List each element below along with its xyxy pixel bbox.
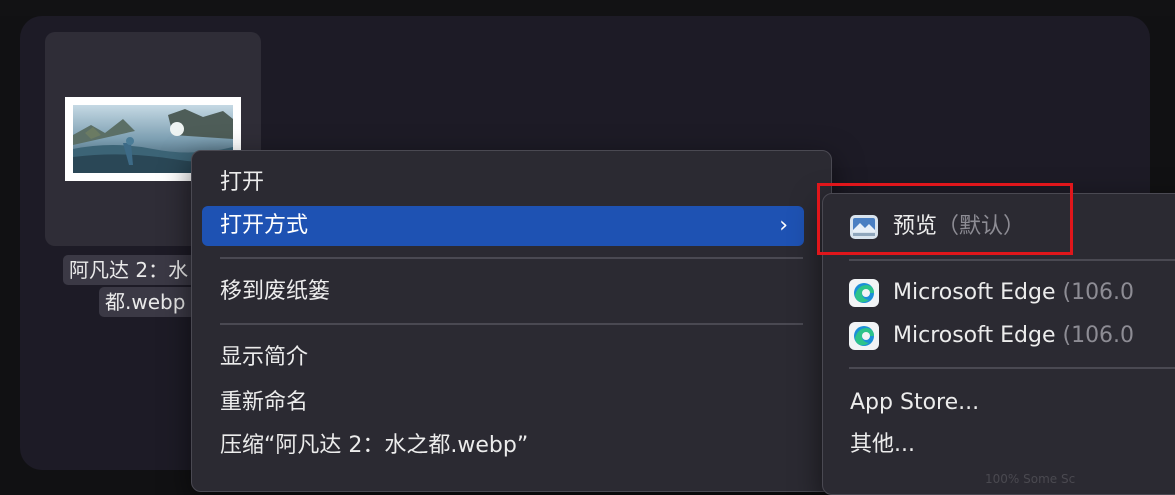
menu-item-rename[interactable]: 重新命名 [202,383,804,423]
menu-item-label: 显示简介 [220,345,309,370]
default-app-note: （默认） [937,214,1026,239]
menu-item-label: 重新命名 [220,390,309,415]
submenu-item-app-store[interactable]: App Store... [823,383,1175,423]
chevron-right-icon: › [779,213,788,238]
submenu-item-edge[interactable]: Microsoft Edge (106.0 [823,273,1175,313]
submenu-item-other[interactable]: 其他... [823,425,1175,465]
open-with-submenu: 预览（默认） Microsoft Edge (106.0 Microsoft E… [822,193,1175,495]
edge-icon [849,322,879,350]
menu-item-label: 移到废纸篓 [220,279,331,304]
submenu-item-preview[interactable]: 预览（默认） [823,207,1175,247]
submenu-item-label: App Store... [850,390,980,415]
menu-item-label: 压缩“阿凡达 2：水之都.webp” [220,433,529,458]
version-note: (106.0 [1062,280,1135,305]
menu-item-get-info[interactable]: 显示简介 [202,338,804,378]
submenu-item-label: Microsoft Edge [893,323,1056,348]
version-note: (106.0 [1062,323,1135,348]
menu-item-move-to-trash[interactable]: 移到废纸篓 [202,272,804,312]
context-menu: 打开 打开方式 › 移到废纸篓 显示简介 重新命名 压缩“阿凡达 2：水之都.w… [191,150,832,492]
submenu-item-label: Microsoft Edge [893,280,1056,305]
menu-item-open-with[interactable]: 打开方式 › [202,206,804,246]
menu-item-label: 打开 [220,170,265,195]
menu-item-label: 打开方式 [220,213,309,238]
submenu-item-label: 其他... [850,432,915,457]
submenu-separator [849,367,1175,369]
menu-separator [220,323,803,325]
submenu-item-label: 预览 [893,214,938,239]
edge-icon [849,279,879,307]
menu-separator [220,257,803,259]
menu-item-open[interactable]: 打开 [202,163,804,203]
submenu-item-edge[interactable]: Microsoft Edge (106.0 [823,316,1175,356]
submenu-separator [849,259,1175,261]
preview-app-icon [850,215,878,239]
top-strip [0,0,1175,16]
menu-item-compress[interactable]: 压缩“阿凡达 2：水之都.webp” [202,426,804,466]
